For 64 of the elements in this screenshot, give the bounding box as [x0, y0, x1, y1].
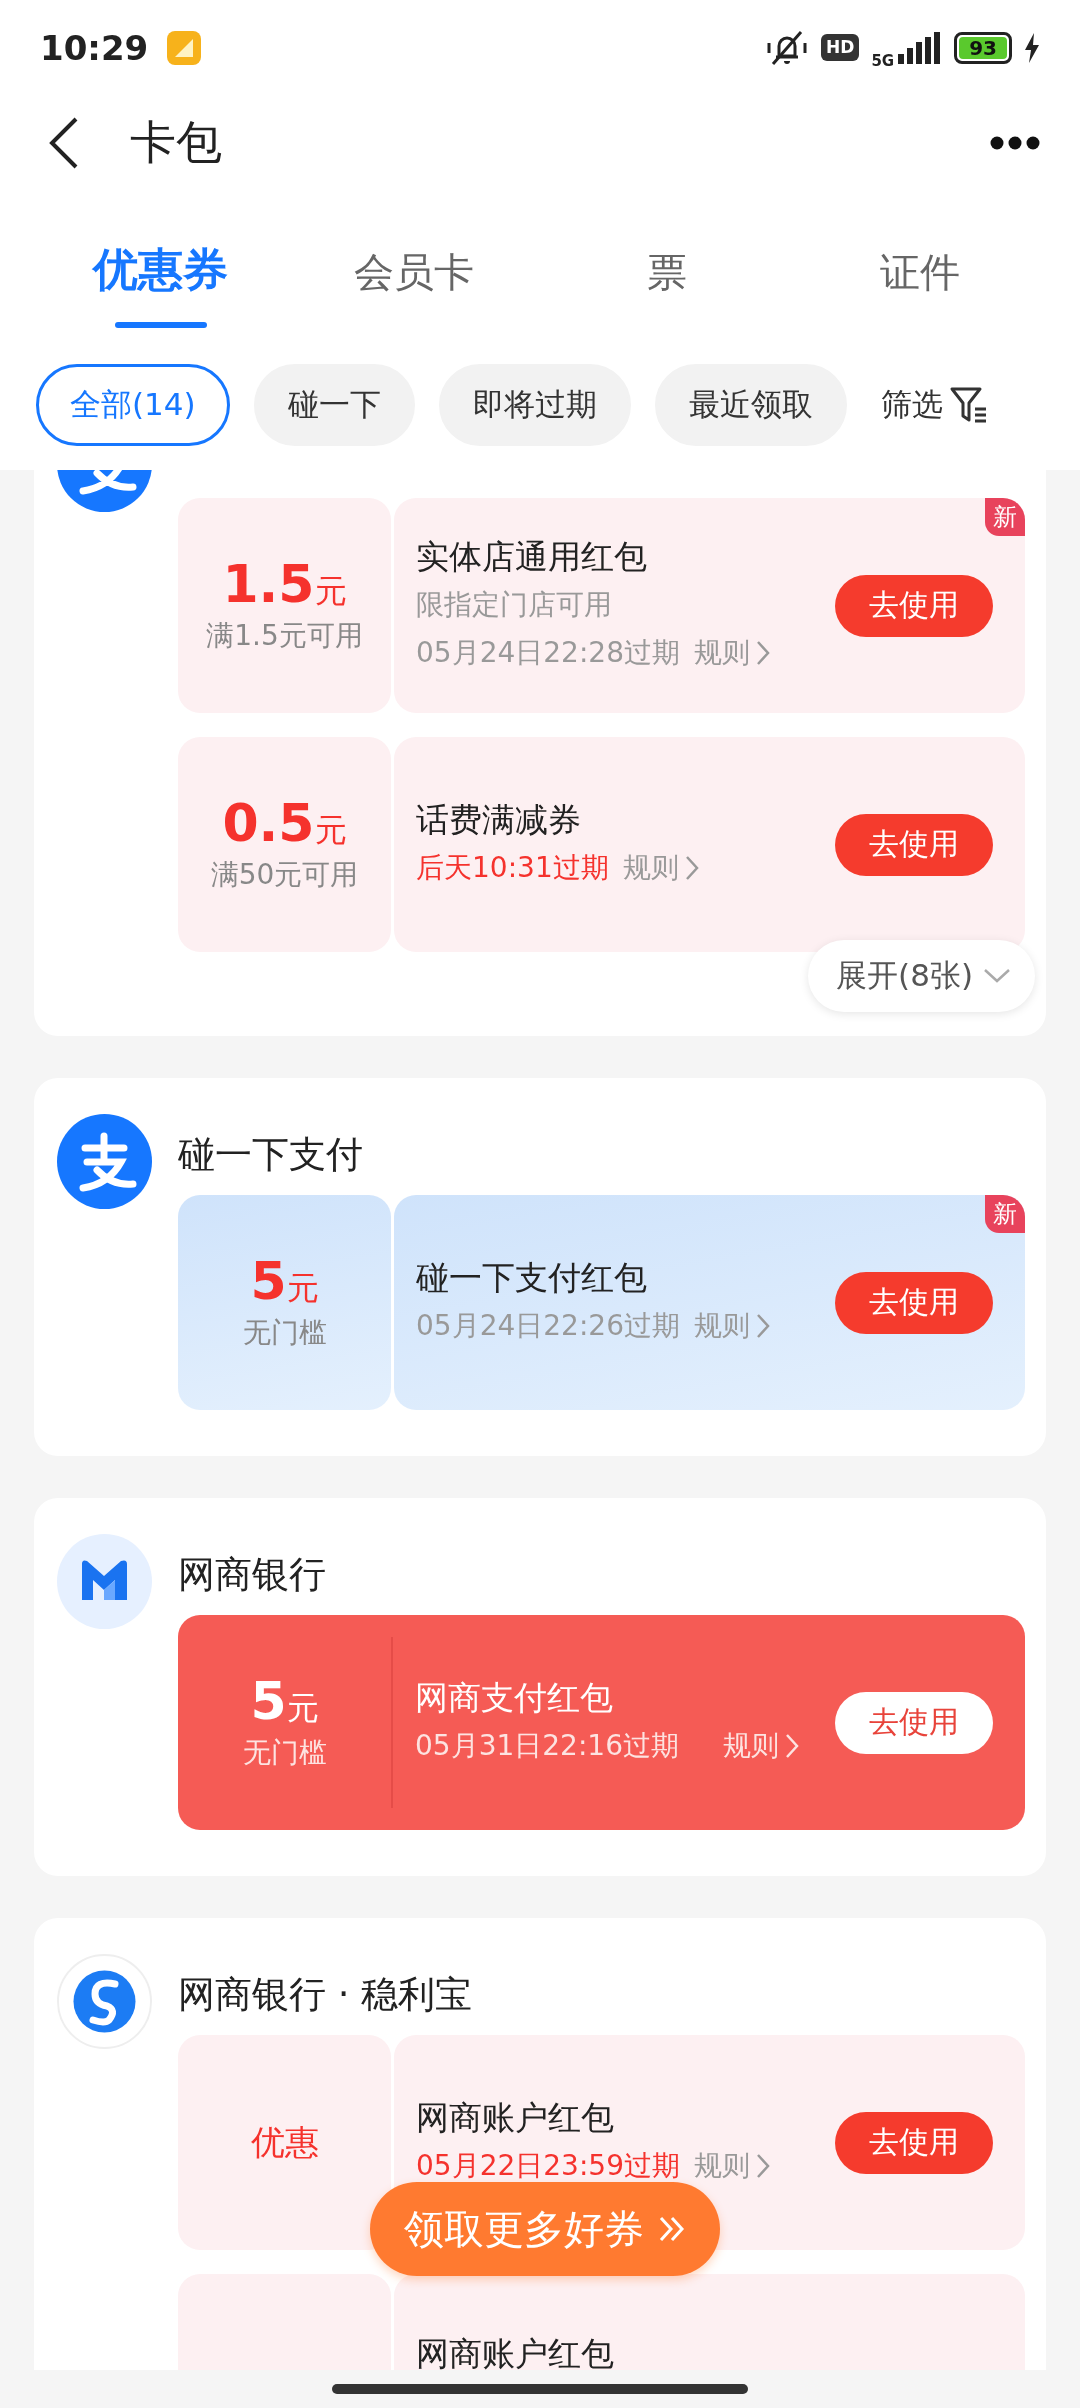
double-chevron-icon: [658, 2214, 686, 2244]
rules-link[interactable]: 规则: [693, 633, 770, 672]
expiry-date: 后天10:31过期: [416, 849, 609, 886]
coupon-condition: 无门槛: [242, 1735, 327, 1772]
clock-time: 10:29: [40, 27, 149, 68]
expiry-date: 05月31日22:16过期: [415, 1727, 679, 1764]
hd-label: HD: [821, 34, 860, 61]
coupon-label: 优惠: [250, 2120, 319, 2164]
expiry-date: 05月24日22:26过期: [416, 1307, 680, 1344]
chevron-down-icon: [983, 968, 1011, 984]
rules-link[interactable]: 规则: [722, 1726, 799, 1765]
page-title: 卡包: [130, 113, 222, 171]
chevron-icon: [684, 854, 699, 881]
tab[interactable]: 优惠券: [93, 240, 228, 322]
battery-level: 93: [954, 31, 1012, 64]
tab[interactable]: 证件: [879, 245, 960, 322]
use-button[interactable]: 去使用: [835, 1271, 993, 1334]
coupon-title: 实体店通用红包: [416, 539, 648, 576]
more-button[interactable]: [990, 135, 1040, 150]
use-button[interactable]: 去使用: [835, 574, 993, 637]
chevron-icon: [784, 1732, 799, 1759]
chevron-icon: [755, 1312, 770, 1339]
filter-chip[interactable]: 即将过期: [438, 364, 631, 446]
notification-icon: [166, 29, 203, 66]
charging-icon: [1024, 32, 1040, 63]
new-badge: 新: [985, 498, 1025, 536]
merchant-name: 网商银行 · 稳利宝: [178, 1971, 473, 2018]
coupon-amount: 1.5元: [222, 555, 347, 614]
coupon-condition: 满50元可用: [210, 857, 359, 894]
filter-button[interactable]: 筛选: [880, 384, 989, 426]
rules-link[interactable]: 规则: [693, 1306, 770, 1345]
tab[interactable]: 会员卡: [353, 245, 474, 322]
use-button[interactable]: 去使用: [835, 813, 993, 876]
network-label: 5G: [871, 51, 895, 70]
get-more-coupons-button[interactable]: 领取更多好券: [370, 2182, 720, 2276]
coupon-title: 网商支付红包: [415, 1680, 614, 1717]
new-badge: 新: [985, 1195, 1025, 1233]
expiry-date: 05月24日22:28过期: [416, 634, 680, 671]
coupon-condition: 无门槛: [242, 1315, 327, 1352]
coupon-title: 话费满减券: [416, 802, 582, 839]
coupon-note: 限指定门店可用: [416, 586, 613, 623]
filter-icon: [948, 385, 989, 425]
coupon-title: 网商账户红包: [416, 2100, 615, 2137]
chevron-icon: [755, 2152, 770, 2179]
coupon-amount: 5元: [250, 1672, 319, 1731]
rules-link[interactable]: 规则: [622, 848, 699, 887]
merchant-name: 网商银行: [178, 1551, 326, 1598]
expand-button[interactable]: 展开(8张): [808, 940, 1035, 1012]
coupon-amount: 5元: [250, 1252, 319, 1311]
coupon-condition: 满1.5元可用: [206, 618, 363, 655]
filter-chip[interactable]: 碰一下: [253, 364, 415, 446]
coupon-title: 网商账户红包: [416, 2336, 615, 2370]
expiry-date: 05月22日23:59过期: [416, 2147, 680, 2184]
use-button[interactable]: 去使用: [835, 1691, 993, 1754]
rules-link[interactable]: 规则: [693, 2146, 770, 2185]
tab[interactable]: 票: [646, 245, 687, 322]
merchant-name: 碰一下支付: [178, 1131, 363, 1178]
filter-chip[interactable]: 全部(14): [36, 364, 230, 446]
filter-chip[interactable]: 最近领取: [654, 364, 847, 446]
coupon-title: 碰一下支付红包: [416, 1260, 648, 1297]
chevron-icon: [755, 639, 770, 666]
coupon-amount: 0.5元: [222, 794, 347, 853]
signal-icon: [896, 31, 943, 64]
use-button[interactable]: 去使用: [835, 2111, 993, 2174]
